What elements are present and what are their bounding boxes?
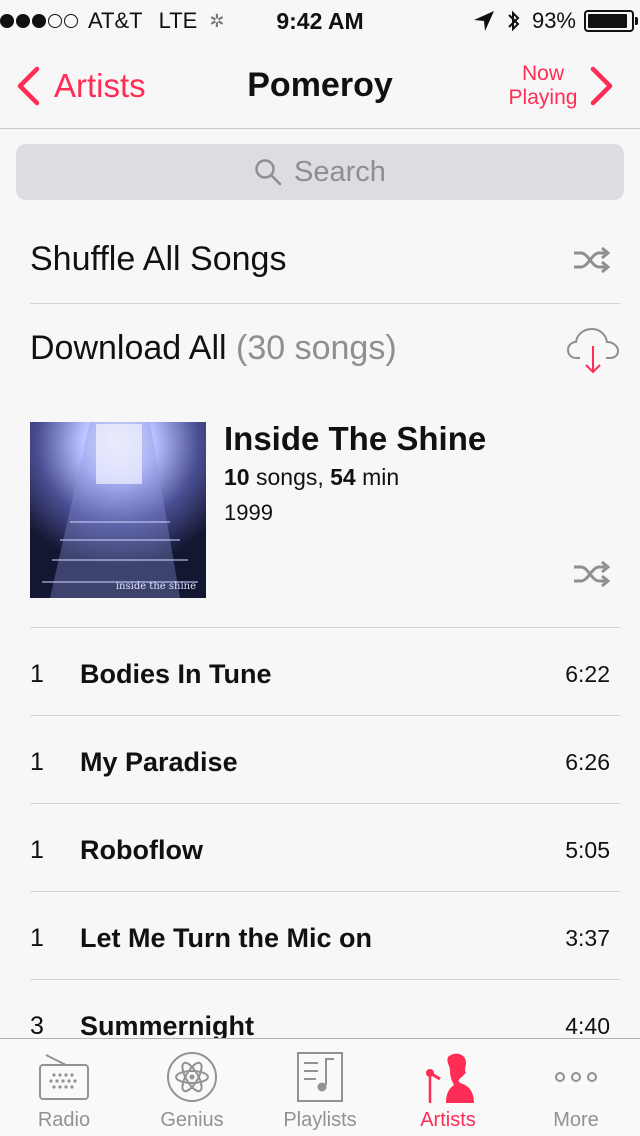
track-duration: 5:05	[565, 837, 610, 863]
track-row[interactable]: 1 My Paradise 6:26	[30, 716, 620, 804]
genius-atom-icon	[167, 1052, 217, 1102]
album-duration-unit: min	[362, 464, 400, 490]
chevron-left-icon	[17, 66, 40, 106]
track-title: My Paradise	[80, 747, 238, 777]
battery-fill	[588, 14, 628, 28]
track-row[interactable]: 1 Let Me Turn the Mic on 3:37	[30, 892, 620, 980]
track-title: Roboflow	[80, 835, 203, 865]
playlists-icon	[297, 1052, 343, 1102]
back-button[interactable]: Artists	[16, 66, 146, 106]
download-all-text: Download All	[30, 329, 227, 367]
track-number: 1	[30, 836, 44, 864]
track-duration: 4:40	[565, 1013, 610, 1039]
tab-radio[interactable]: Radio	[0, 1039, 128, 1136]
cloud-download-icon[interactable]	[566, 324, 620, 376]
track-title: Bodies In Tune	[80, 659, 272, 689]
track-duration: 3:37	[565, 925, 610, 951]
more-dots-icon	[555, 1072, 597, 1082]
tab-label: Artists	[420, 1109, 476, 1131]
location-arrow-icon	[473, 11, 494, 31]
tab-playlists[interactable]: Playlists	[256, 1039, 384, 1136]
shuffle-all-row[interactable]: Shuffle All Songs	[30, 216, 620, 304]
navigation-bar: Artists Pomeroy Now Playing	[0, 40, 640, 129]
artists-singer-icon	[426, 1053, 474, 1103]
search-placeholder: Search	[294, 155, 386, 188]
shuffle-all-label: Shuffle All Songs	[30, 240, 287, 278]
tab-label: More	[553, 1109, 599, 1131]
download-count: (30 songs)	[236, 329, 397, 367]
tab-bar: Radio Genius Playlists Artists More	[0, 1038, 640, 1136]
radio-icon	[39, 1054, 89, 1100]
tab-genius[interactable]: Genius	[128, 1039, 256, 1136]
battery-percent: 93%	[531, 8, 576, 33]
album-artwork[interactable]: inside the shine	[30, 422, 206, 598]
tab-label: Radio	[37, 1109, 91, 1131]
battery-icon	[584, 10, 638, 32]
tab-label: Playlists	[283, 1109, 357, 1131]
track-number: 1	[30, 924, 44, 952]
search-icon	[255, 159, 282, 186]
track-title: Let Me Turn the Mic on	[80, 923, 372, 953]
status-bar: AT&T LTE ✲ 9:42 AM 93%	[0, 0, 640, 40]
album-meta: 10 songs, 54 min	[224, 464, 399, 491]
track-number: 1	[30, 748, 44, 776]
tab-more[interactable]: More	[512, 1039, 640, 1136]
chevron-right-icon	[590, 66, 613, 106]
status-right: 93%	[472, 8, 638, 34]
album-shuffle-icon[interactable]	[572, 560, 610, 588]
download-all-label: Download All (30 songs)	[30, 329, 397, 368]
track-number: 1	[30, 660, 44, 688]
download-all-row[interactable]: Download All (30 songs)	[30, 304, 620, 392]
track-duration: 6:22	[565, 661, 610, 687]
now-playing-label: Now Playing	[508, 62, 578, 109]
album-duration: 54	[330, 464, 356, 490]
track-row[interactable]: 1 Bodies In Tune 6:22	[30, 628, 620, 716]
track-duration: 6:26	[565, 749, 610, 775]
tab-artists[interactable]: Artists	[384, 1039, 512, 1136]
now-playing-button[interactable]: Now Playing	[508, 62, 614, 110]
track-number: 3	[30, 1012, 44, 1040]
back-button-label: Artists	[54, 67, 146, 104]
tab-label: Genius	[160, 1109, 224, 1131]
shuffle-icon	[574, 246, 610, 274]
album-header: inside the shine Inside The Shine 10 son…	[30, 420, 620, 628]
track-row[interactable]: 1 Roboflow 5:05	[30, 804, 620, 892]
album-title: Inside The Shine	[224, 420, 487, 457]
album-song-count: 10	[224, 464, 250, 490]
album-year: 1999	[224, 500, 273, 525]
album-artwork-image	[30, 422, 206, 598]
bluetooth-icon	[508, 10, 520, 32]
search-input[interactable]: Search	[16, 144, 624, 200]
album-song-word: songs,	[255, 464, 324, 490]
album-art-caption: inside the shine	[115, 581, 196, 592]
